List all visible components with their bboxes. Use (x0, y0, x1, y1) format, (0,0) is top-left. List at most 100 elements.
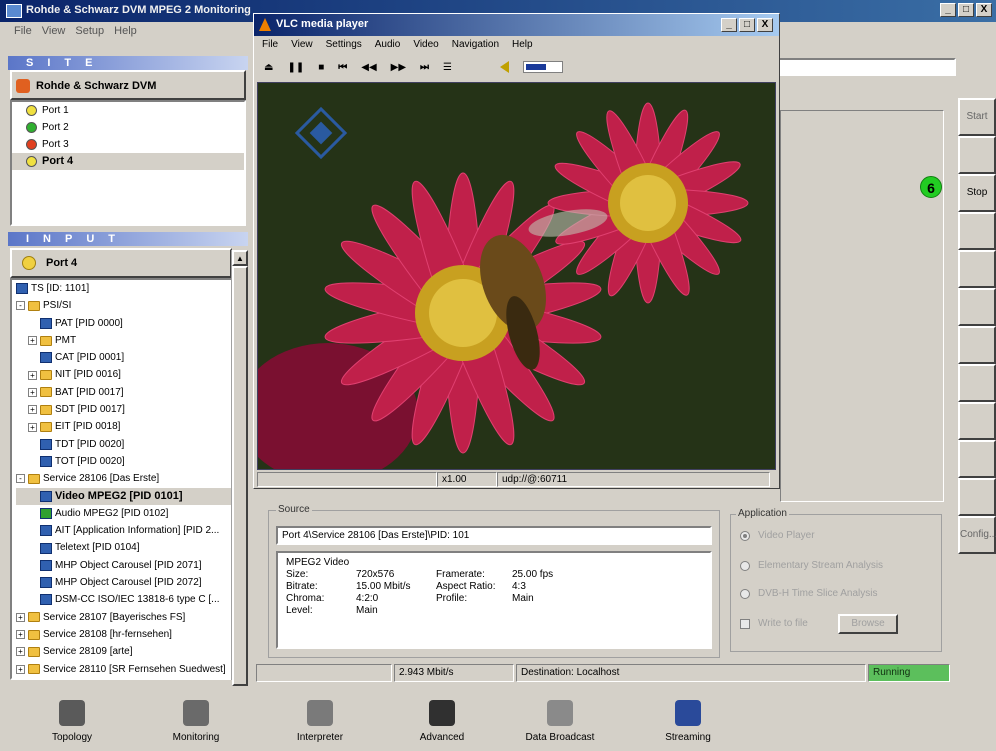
rewind-icon[interactable]: ◀◀ (361, 62, 376, 73)
expand-icon[interactable]: + (16, 647, 25, 657)
previous-icon[interactable]: ⏮ (338, 62, 347, 73)
input-tree-item[interactable]: - Service 28106 [Das Erste] (16, 470, 244, 487)
expand-icon[interactable]: + (28, 336, 37, 346)
fast-forward-icon[interactable]: ▶▶ (391, 62, 406, 73)
scroll-up-icon[interactable]: ▲ (232, 250, 248, 266)
collapse-icon[interactable]: - (16, 301, 25, 311)
input-tree-item[interactable]: + Service 28110 [SR Fernsehen Suedwest] (16, 661, 244, 678)
toolbar-topology[interactable]: Topology (32, 700, 112, 743)
stop-button[interactable]: Stop (958, 174, 996, 212)
input-tree-item[interactable]: DSM-CC ISO/IEC 13818-6 type C [... (16, 591, 244, 608)
site-tree-port[interactable]: Port 4 (12, 153, 244, 170)
toolbar-interpreter[interactable]: Interpreter (280, 700, 360, 743)
side-button-8[interactable] (958, 364, 996, 402)
toolbar-monitoring[interactable]: Monitoring (156, 700, 236, 743)
folder-icon (40, 387, 52, 398)
menu-file[interactable]: File (14, 25, 32, 42)
side-button-2[interactable] (958, 136, 996, 174)
toolbar-advanced[interactable]: Advanced (402, 700, 482, 743)
scroll-thumb[interactable] (232, 266, 248, 686)
vlc-menu-file[interactable]: File (262, 39, 278, 56)
input-tree-item[interactable]: PAT [PID 0000] (16, 315, 244, 332)
input-root-node[interactable]: Port 4 (10, 248, 232, 278)
input-tree-item[interactable]: Audio MPEG2 [PID 0102] (16, 505, 244, 522)
site-root-node[interactable]: Rohde & Schwarz DVM (12, 74, 242, 98)
minimize-button[interactable]: _ (940, 3, 956, 17)
volume-slider[interactable] (523, 61, 564, 73)
input-tree-item[interactable]: + PMT (16, 332, 244, 349)
write-to-file-checkbox[interactable]: Write to file (740, 618, 808, 629)
input-tree-item[interactable]: + BAT [PID 0017] (16, 384, 244, 401)
input-tree-item[interactable]: Teletext [PID 0104] (16, 539, 244, 556)
vlc-menu-view[interactable]: View (291, 39, 313, 56)
input-tree-item[interactable]: + Service 28109 [arte] (16, 643, 244, 660)
input-tree-label: TDT [PID 0020] (55, 438, 125, 450)
input-scrollbar[interactable]: ▲ (231, 250, 248, 686)
side-button-6[interactable] (958, 288, 996, 326)
input-tree-item[interactable]: MHP Object Carousel [PID 2072] (16, 574, 244, 591)
vlc-menu-help[interactable]: Help (512, 39, 533, 56)
start-button[interactable]: Start (958, 98, 996, 136)
folder-icon (28, 612, 40, 623)
toolbar-data-broadcast[interactable]: Data Broadcast (520, 700, 600, 743)
speaker-icon[interactable] (500, 61, 510, 73)
menu-help[interactable]: Help (114, 25, 137, 42)
radio-dvbh-time-slice[interactable]: DVB-H Time Slice Analysis (740, 588, 877, 599)
input-tree-item[interactable]: + EIT [PID 0018] (16, 418, 244, 435)
expand-icon[interactable]: + (16, 664, 25, 674)
playlist-icon[interactable]: ☰ (443, 62, 452, 73)
maximize-button[interactable]: □ (958, 3, 974, 17)
side-button-4[interactable] (958, 212, 996, 250)
vlc-minimize-button[interactable]: _ (721, 18, 737, 32)
site-tree-port[interactable]: Port 3 (12, 136, 244, 153)
vlc-menu-audio[interactable]: Audio (375, 39, 401, 56)
radio-elementary-stream[interactable]: Elementary Stream Analysis (740, 560, 883, 571)
toolbar-streaming[interactable]: Streaming (648, 700, 728, 743)
vlc-menu-settings[interactable]: Settings (326, 39, 362, 56)
input-tree-item[interactable]: TS [ID: 1101] (16, 280, 244, 297)
expand-icon[interactable]: + (16, 630, 25, 640)
vlc-menu-video[interactable]: Video (413, 39, 438, 56)
input-tree-item[interactable]: + Service 28108 [hr-fernsehen] (16, 626, 244, 643)
menu-view[interactable]: View (42, 25, 66, 42)
side-button-7[interactable] (958, 326, 996, 364)
input-tree-item[interactable]: + SDT [PID 0017] (16, 401, 244, 418)
input-tree-item[interactable]: Video MPEG2 [PID 0101] (16, 487, 244, 505)
side-button-10[interactable] (958, 440, 996, 478)
vlc-status-speed: x1.00 (437, 472, 497, 487)
menu-setup[interactable]: Setup (75, 25, 104, 42)
vlc-maximize-button[interactable]: □ (739, 18, 755, 32)
browse-button[interactable]: Browse (838, 614, 898, 634)
input-tree-item[interactable]: MHP Object Carousel [PID 2071] (16, 557, 244, 574)
expand-icon[interactable]: + (28, 405, 37, 415)
next-icon[interactable]: ⏭ (420, 62, 429, 73)
input-tree-item[interactable]: + NIT [PID 0016] (16, 366, 244, 383)
expand-icon[interactable]: + (28, 422, 37, 432)
side-button-5[interactable] (958, 250, 996, 288)
input-tree-item[interactable]: + Service 28107 [Bayerisches FS] (16, 609, 244, 626)
input-tree-item[interactable]: TOT [PID 0020] (16, 453, 244, 470)
input-tree-label: EIT [PID 0018] (55, 421, 121, 433)
site-tree-port[interactable]: Port 1 (12, 102, 244, 119)
stop-icon[interactable]: ■ (318, 62, 324, 73)
url-field[interactable] (778, 58, 956, 76)
input-tree-item[interactable]: CAT [PID 0001] (16, 349, 244, 366)
radio-video-player[interactable]: Video Player (740, 530, 815, 541)
collapse-icon[interactable]: - (16, 474, 25, 484)
site-tree-port[interactable]: Port 2 (12, 119, 244, 136)
expand-icon[interactable]: + (28, 387, 37, 397)
pause-icon[interactable]: ❚❚ (287, 62, 304, 73)
side-button-11[interactable] (958, 478, 996, 516)
close-button[interactable]: X (976, 3, 992, 17)
input-tree-item[interactable]: - PSI/SI (16, 297, 244, 314)
expand-icon[interactable]: + (16, 612, 25, 622)
input-tree-item[interactable]: AIT [Application Information] [PID 2... (16, 522, 244, 539)
vlc-menu-navigation[interactable]: Navigation (452, 39, 499, 56)
input-tree-item[interactable]: TDT [PID 0020] (16, 436, 244, 453)
expand-icon[interactable]: + (28, 370, 37, 380)
eject-icon[interactable]: ⏏ (264, 62, 273, 73)
vlc-close-button[interactable]: X (757, 18, 773, 32)
side-button-9[interactable] (958, 402, 996, 440)
stream-info-grid: Size: 720x576 Framerate: 25.00 fps Bitrate: 1… (286, 569, 702, 617)
config-button[interactable]: Config... (958, 516, 996, 554)
